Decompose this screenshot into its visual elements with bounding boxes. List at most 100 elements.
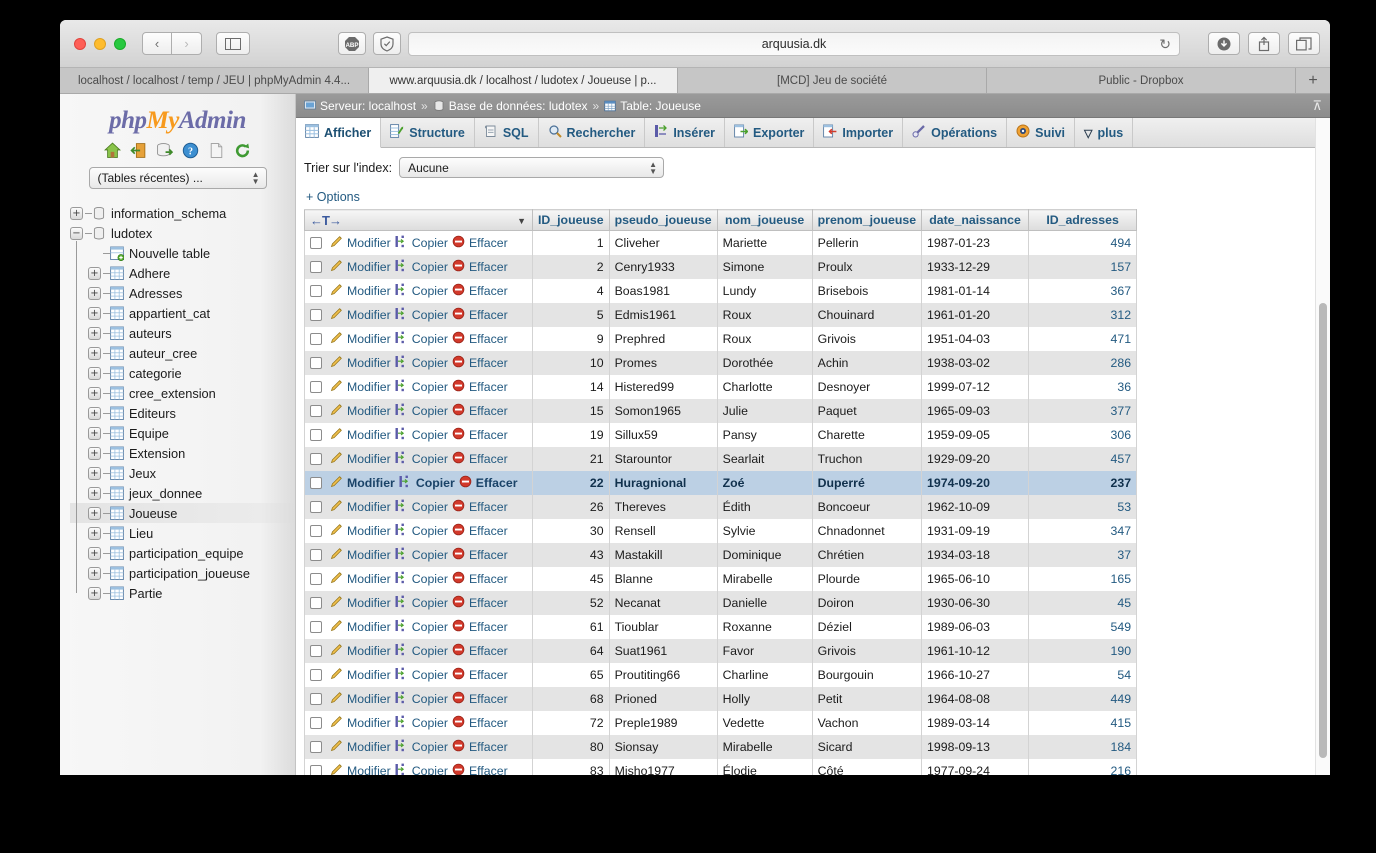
home-icon[interactable] [104, 142, 121, 159]
cell-id-adresses[interactable]: 471 [1028, 326, 1138, 351]
tree-expander[interactable]: + [88, 466, 101, 480]
privacy-shield-button[interactable] [373, 32, 401, 55]
delete-icon-wrap[interactable] [452, 403, 465, 419]
tree-expander[interactable]: + [88, 446, 101, 460]
copy-icon-wrap[interactable] [395, 451, 408, 467]
edit-link[interactable]: Modifier [347, 356, 391, 370]
delete-link[interactable]: Effacer [469, 260, 508, 274]
copy-icon-wrap[interactable] [395, 235, 408, 251]
row-checkbox[interactable] [310, 428, 322, 441]
minimize-window-button[interactable] [94, 37, 106, 50]
table-row[interactable]: Modifier Copier Effacer 5 Edmis1961 Roux Choui… [304, 302, 1138, 327]
edit-link[interactable]: Modifier [347, 692, 391, 706]
copy-link[interactable]: Copier [412, 524, 448, 538]
back-button[interactable]: ‹ [142, 32, 172, 55]
delete-link[interactable]: Effacer [469, 380, 508, 394]
tree-item-editeurs[interactable]: + Editeurs [70, 401, 295, 425]
delete-icon-wrap[interactable] [452, 427, 465, 443]
delete-icon-wrap[interactable] [452, 715, 465, 731]
nav-tab-plus[interactable]: ▽ plus [1075, 118, 1134, 147]
row-checkbox[interactable] [310, 284, 322, 297]
table-row[interactable]: Modifier Copier Effacer 26 Thereves Édith Bonc… [304, 494, 1138, 519]
edit-icon[interactable] [330, 523, 343, 539]
copy-link[interactable]: Copier [412, 356, 448, 370]
edit-icon[interactable] [330, 331, 343, 347]
cell-id-adresses[interactable]: 494 [1028, 230, 1138, 255]
table-row[interactable]: Modifier Copier Effacer 2 Cenry1933 Simone Pro… [304, 254, 1138, 279]
delete-icon-wrap[interactable] [452, 571, 465, 587]
copy-icon-wrap[interactable] [395, 691, 408, 707]
delete-icon-wrap[interactable] [452, 259, 465, 275]
cell-id-adresses[interactable]: 457 [1028, 446, 1138, 471]
export-database-icon[interactable] [156, 142, 173, 159]
delete-link[interactable]: Effacer [469, 332, 508, 346]
tree-expander[interactable]: + [88, 406, 101, 420]
tree-item-auteurs[interactable]: + auteurs [70, 321, 295, 345]
copy-link[interactable]: Copier [412, 380, 448, 394]
row-checkbox[interactable] [310, 548, 322, 561]
header-col-2[interactable]: nom_joueuse [716, 209, 813, 231]
header-col-0[interactable]: ID_joueuse [532, 209, 610, 231]
tree-item-nouvelle-table[interactable]: Nouvelle table [70, 241, 295, 265]
logout-icon[interactable] [130, 142, 147, 159]
copy-icon-wrap[interactable] [395, 403, 408, 419]
tree-expander[interactable]: + [88, 386, 101, 400]
cell-id-adresses[interactable]: 367 [1028, 278, 1138, 303]
table-row[interactable]: Modifier Copier Effacer 72 Preple1989 Vedette… [304, 710, 1138, 735]
delete-icon-wrap[interactable] [452, 691, 465, 707]
copy-icon-wrap[interactable] [395, 379, 408, 395]
show-tabs-button[interactable] [1288, 32, 1320, 55]
delete-link[interactable]: Effacer [469, 428, 508, 442]
edit-icon[interactable] [330, 403, 343, 419]
copy-link[interactable]: Copier [412, 284, 448, 298]
row-checkbox[interactable] [310, 500, 322, 513]
nav-tab-sql[interactable]: SQL [475, 118, 539, 147]
delete-icon-wrap[interactable] [452, 499, 465, 515]
copy-icon-wrap[interactable] [399, 475, 412, 491]
table-row[interactable]: Modifier Copier Effacer 19 Sillux59 Pansy Char… [304, 422, 1138, 447]
edit-icon[interactable] [330, 475, 343, 491]
row-checkbox[interactable] [310, 452, 322, 465]
delete-link[interactable]: Effacer [469, 356, 508, 370]
cell-id-adresses[interactable]: 37 [1028, 542, 1138, 567]
collapse-icon[interactable]: ⊼ [1312, 98, 1322, 114]
edit-link[interactable]: Modifier [347, 476, 395, 490]
delete-icon-wrap[interactable] [452, 235, 465, 251]
cell-id-adresses[interactable]: 216 [1028, 758, 1138, 775]
edit-link[interactable]: Modifier [347, 644, 391, 658]
copy-icon-wrap[interactable] [395, 259, 408, 275]
cell-id-adresses[interactable]: 54 [1028, 662, 1138, 687]
edit-link[interactable]: Modifier [347, 620, 391, 634]
copy-icon-wrap[interactable] [395, 667, 408, 683]
cell-id-adresses[interactable]: 549 [1028, 614, 1138, 639]
edit-icon[interactable] [330, 667, 343, 683]
copy-icon-wrap[interactable] [395, 283, 408, 299]
table-row[interactable]: Modifier Copier Effacer 80 Sionsay Mirabelle S… [304, 734, 1138, 759]
copy-icon-wrap[interactable] [395, 595, 408, 611]
tree-expander[interactable]: + [88, 586, 101, 600]
edit-link[interactable]: Modifier [347, 380, 391, 394]
sidebar-toggle-button[interactable] [216, 32, 250, 55]
nav-tab-operations[interactable]: Opérations [903, 118, 1008, 147]
delete-link[interactable]: Effacer [469, 716, 508, 730]
table-row[interactable]: Modifier Copier Effacer 64 Suat1961 Favor Griv… [304, 638, 1138, 663]
edit-link[interactable]: Modifier [347, 596, 391, 610]
tree-expander[interactable]: + [88, 326, 101, 340]
copy-icon-wrap[interactable] [395, 739, 408, 755]
table-row[interactable]: Modifier Copier Effacer 9 Prephred Roux Grivoi… [304, 326, 1138, 351]
nav-tab-rechercher[interactable]: Rechercher [539, 118, 646, 147]
table-row[interactable]: Modifier Copier Effacer 30 Rensell Sylvie Chna… [304, 518, 1138, 543]
row-checkbox[interactable] [310, 644, 322, 657]
header-col-1[interactable]: pseudo_joueuse [608, 209, 718, 231]
copy-link[interactable]: Copier [412, 620, 448, 634]
edit-icon[interactable] [330, 499, 343, 515]
table-row[interactable]: Modifier Copier Effacer 83 Misho1977 Élodie Cô… [304, 758, 1138, 775]
row-checkbox[interactable] [310, 716, 322, 729]
header-col-4[interactable]: date_naissance [921, 209, 1030, 231]
tree-item-lieu[interactable]: + Lieu [70, 521, 295, 545]
breadcrumb-server[interactable]: Serveur: localhost [320, 99, 416, 113]
delete-link[interactable]: Effacer [469, 644, 508, 658]
nav-tab-inserer[interactable]: Insérer [645, 118, 726, 147]
options-toggle-link[interactable]: + Options [306, 190, 1330, 204]
edit-icon[interactable] [330, 691, 343, 707]
